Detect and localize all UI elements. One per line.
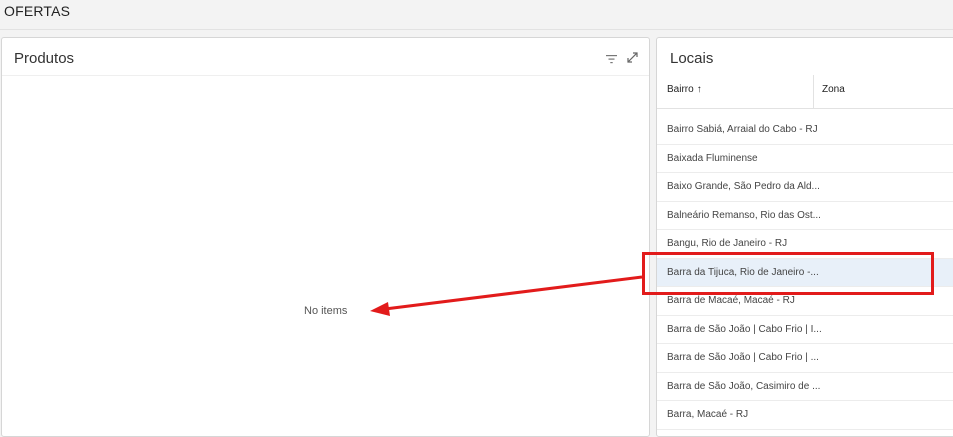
table-row[interactable]: Barra de São João | Cabo Frio | I... [657, 316, 953, 344]
cell-bairro: Barra de São João, Casimiro de ... [667, 380, 821, 392]
table-row[interactable]: Barra de São João | Cabo Frio | ... [657, 344, 953, 373]
annotation-highlight-box [642, 252, 934, 295]
table-row[interactable]: Baixada Fluminense [657, 145, 953, 173]
cell-bairro: Balneário Remanso, Rio das Ost... [667, 209, 821, 221]
column-separator[interactable] [813, 75, 814, 108]
page-title: OFERTAS [4, 3, 71, 19]
filter-icon[interactable] [606, 54, 617, 64]
locais-panel: Locais Bairro Sabiá, Arraial do Cabo - R… [656, 37, 953, 437]
table-row[interactable]: Barra, Macaé - RJ [657, 401, 953, 430]
produtos-header-divider [2, 75, 649, 76]
empty-message: No items [304, 305, 348, 317]
table-row[interactable]: Barra de São João, Casimiro de ... [657, 373, 953, 401]
cell-bairro: Barra, Macaé - RJ [667, 409, 749, 420]
table-row[interactable]: Bairro Sabiá, Arraial do Cabo - RJ [657, 116, 953, 145]
expand-icon[interactable] [626, 51, 639, 64]
locais-title: Locais [670, 50, 714, 67]
column-header-zona[interactable]: Zona [822, 84, 845, 95]
cell-bairro: Bangu, Rio de Janeiro - RJ [667, 238, 788, 249]
sort-ascending-icon: ↑ [696, 84, 702, 95]
table-row[interactable]: Baixo Grande, São Pedro da Ald... [657, 173, 953, 202]
table-row[interactable]: Balneário Remanso, Rio das Ost... [657, 202, 953, 230]
cell-bairro: Barra de Macaé, Macaé - RJ [667, 295, 795, 306]
cell-bairro: Barra de São João | Cabo Frio | ... [667, 352, 819, 363]
cell-bairro: Baixada Fluminense [667, 152, 758, 164]
column-header-bairro[interactable]: Bairro ↑ [667, 84, 702, 95]
column-bairro-label: Bairro [667, 84, 694, 95]
cell-bairro: Barra de São João | Cabo Frio | I... [667, 323, 822, 335]
header-divider [0, 29, 953, 30]
cell-bairro: Bairro Sabiá, Arraial do Cabo - RJ [667, 124, 818, 135]
cell-bairro: Baixo Grande, São Pedro da Ald... [667, 181, 820, 192]
produtos-title: Produtos [14, 50, 75, 67]
produtos-panel: Produtos No items [1, 37, 650, 437]
